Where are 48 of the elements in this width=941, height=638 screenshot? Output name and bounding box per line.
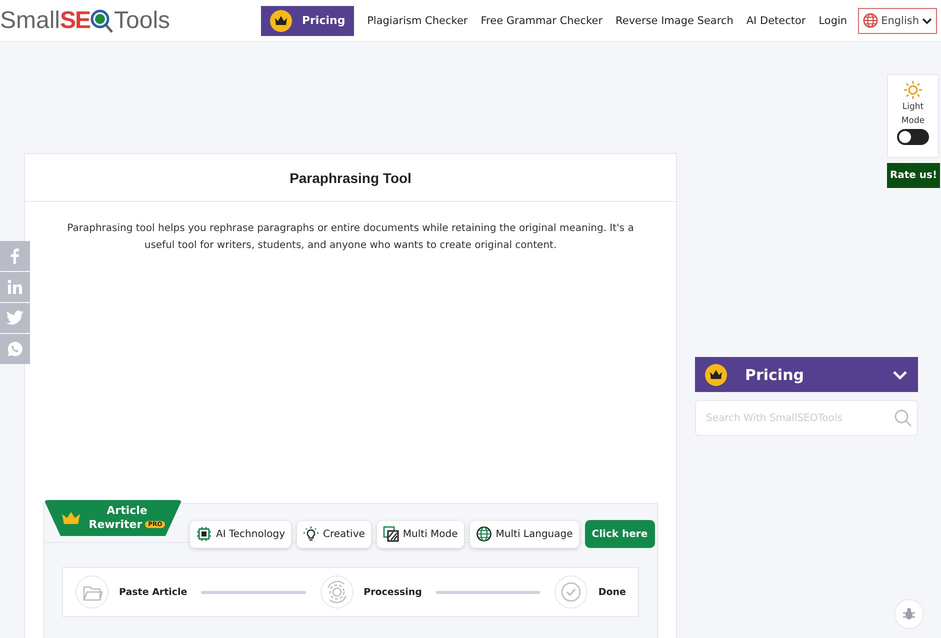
rate-us-button[interactable]: Rate us! <box>887 163 940 188</box>
folder-icon <box>75 575 109 609</box>
whatsapp-icon[interactable] <box>7 341 23 357</box>
nav-link[interactable]: Free Grammar Checker <box>480 14 603 26</box>
pricing-bar[interactable]: Pricing <box>695 357 918 392</box>
magnifier-icon[interactable] <box>90 8 114 34</box>
theme-toggle[interactable] <box>897 129 929 145</box>
chevron-down-icon <box>892 370 908 380</box>
crown-icon <box>705 364 727 386</box>
crown-icon <box>270 10 292 32</box>
click-here-button[interactable]: Click here <box>584 520 655 548</box>
nav-link[interactable]: Reverse Image Search <box>616 14 734 26</box>
check-circle-icon <box>554 575 588 609</box>
linkedin-icon[interactable] <box>7 279 23 295</box>
globe-icon <box>863 13 878 28</box>
tool-title: Paraphrasing Tool <box>290 170 412 186</box>
nav-link[interactable]: Plagiarism Checker <box>367 14 468 26</box>
banner-title: Article <box>106 504 148 518</box>
crown-icon <box>60 511 81 525</box>
step-label: Paste Article <box>119 586 188 598</box>
feature-button[interactable]: Creative <box>296 520 371 548</box>
nav-link[interactable]: Login <box>818 14 848 26</box>
banner-title: Rewriter <box>88 518 142 531</box>
theme-label: Light <box>902 101 924 114</box>
nav-link[interactable]: AI Detector <box>746 14 806 26</box>
feature-button[interactable]: Multi Language <box>470 520 579 548</box>
globe-icon <box>476 526 492 542</box>
twitter-icon[interactable] <box>6 310 24 326</box>
step-label: Processing <box>364 586 422 598</box>
chip-icon <box>196 526 212 542</box>
logo-text[interactable]: Small <box>0 6 60 34</box>
search-icon[interactable] <box>894 409 912 427</box>
bug-icon <box>902 607 916 621</box>
logo-text[interactable]: Tools <box>114 6 170 34</box>
feature-button[interactable]: AI Technology <box>190 520 291 548</box>
sun-icon <box>903 80 923 100</box>
chevron-down-icon <box>922 16 932 24</box>
step-label: Done <box>598 586 626 598</box>
gear-icon <box>320 575 354 609</box>
theme-label: Mode <box>901 115 925 128</box>
logo-text[interactable]: SE <box>60 6 90 34</box>
pricing-button[interactable]: Pricing <box>261 6 354 36</box>
language-selector[interactable]: English <box>858 8 937 34</box>
tool-description: Paraphrasing tool helps you rephrase paragraphs or entire documents while retaining the original meaning. It's a useful tool for writers, students, and anyone who wants to create original content. <box>66 222 635 253</box>
lightbulb-icon <box>302 526 319 542</box>
feature-button[interactable]: Multi Mode <box>376 520 464 548</box>
layers-icon <box>382 526 399 542</box>
bug-report-button[interactable] <box>894 599 924 629</box>
